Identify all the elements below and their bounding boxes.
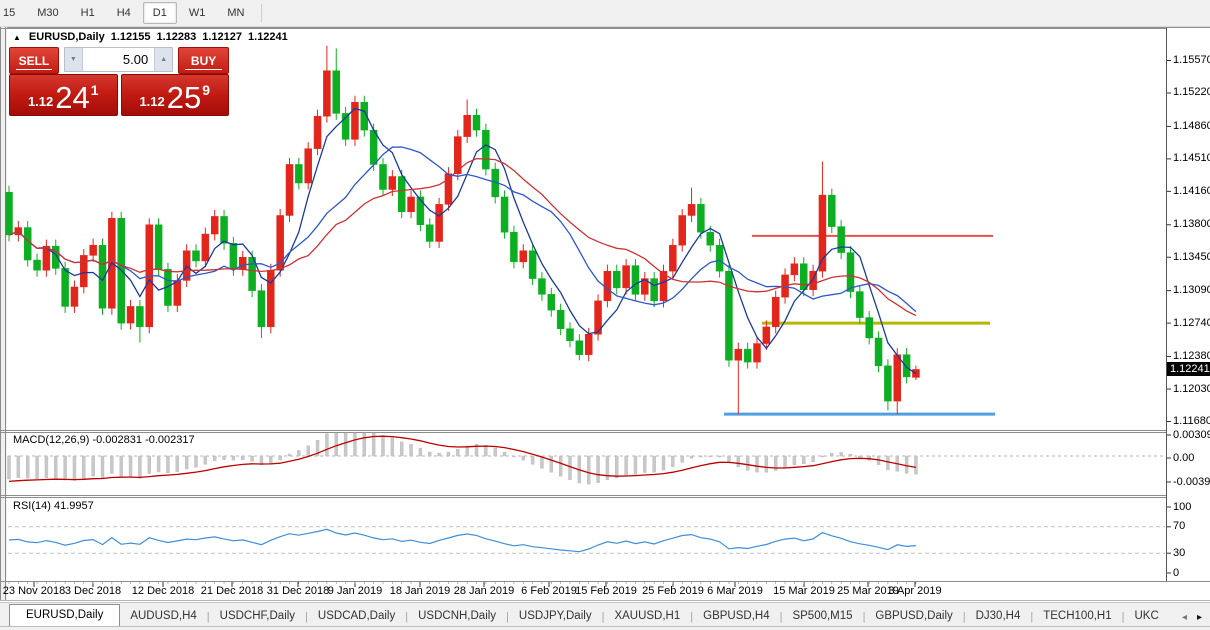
macd-tick-label: 0.00: [1173, 452, 1194, 464]
chart-tab-bar: EURUSD,DailyAUDUSD,H4|USDCHF,Daily|USDCA…: [0, 602, 1210, 627]
price-tick-label: 1.13800: [1173, 218, 1210, 230]
date-tick-label: 18 Jan 2019: [390, 585, 451, 597]
rsi-tick-label: 30: [1173, 547, 1185, 559]
date-tick-label: 21 Dec 2018: [201, 585, 263, 597]
price-tick-label: 1.13090: [1173, 284, 1210, 296]
chart-tab-gbpusd-h4[interactable]: GBPUSD,H4: [693, 606, 779, 627]
date-tick-label: 31 Dec 2018: [267, 585, 329, 597]
rsi-indicator-label: RSI(14) 41.9957: [13, 500, 94, 512]
volume-spinner: ▼ 5.00 ▲: [64, 47, 173, 72]
chart-tab-xauusd-h1[interactable]: XAUUSD,H1: [604, 606, 690, 627]
sell-price-prefix: 1.12: [28, 94, 53, 109]
chart-tab-tech100-h1[interactable]: TECH100,H1: [1033, 606, 1121, 627]
price-tick-label: 1.13450: [1173, 251, 1210, 263]
buy-price-display[interactable]: 1.12 25 9: [121, 74, 230, 116]
macd-indicator-label: MACD(12,26,9) -0.002831 -0.002317: [13, 434, 195, 446]
tab-scroll-controls: ◂▸: [1182, 612, 1210, 627]
rsi-tick-label: 100: [1173, 501, 1191, 513]
sell-price-pipette: 1: [91, 82, 99, 98]
rsi-tick-label: 0: [1173, 567, 1179, 579]
collapse-triangle-icon[interactable]: ▲: [13, 33, 21, 42]
chart-tab-ukc[interactable]: UKC: [1124, 606, 1168, 627]
chart-close-value: 1.12241: [248, 31, 288, 43]
tab-scroll-right-icon[interactable]: ▸: [1197, 612, 1202, 623]
chart-tab-usdcad-daily[interactable]: USDCAD,Daily: [308, 606, 405, 627]
date-tick-label: 23 Nov 2018: [3, 585, 65, 597]
price-tick-label: 1.14510: [1173, 152, 1210, 164]
one-click-trading-panel: SELL ▼ 5.00 ▲ BUY 1.12 24 1 1.12 25 9: [9, 47, 229, 116]
price-tick-label: 1.15220: [1173, 86, 1210, 98]
date-tick-label: 15 Mar 2019: [773, 585, 835, 597]
buy-price-pips: 25: [167, 83, 201, 112]
chart-tab-sp500-m15[interactable]: SP500,M15: [782, 606, 862, 627]
buy-price-pipette: 9: [202, 82, 210, 98]
chart-tab-usdcnh-daily[interactable]: USDCNH,Daily: [408, 606, 506, 627]
date-tick-label: 6 Feb 2019: [521, 585, 577, 597]
chart-tab-dj30-h4[interactable]: DJ30,H4: [966, 606, 1031, 627]
price-tick-label: 1.15570: [1173, 54, 1210, 66]
sell-price-pips: 24: [55, 83, 89, 112]
date-tick-label: 28 Jan 2019: [454, 585, 515, 597]
buy-button[interactable]: BUY: [178, 47, 229, 74]
macd-tick-label: -0.003947: [1173, 476, 1210, 488]
chart-tab-usdjpy-daily[interactable]: USDJPY,Daily: [509, 606, 602, 627]
price-tick-label: 1.12030: [1173, 383, 1210, 395]
sell-price-display[interactable]: 1.12 24 1: [9, 74, 118, 116]
price-tick-label: 1.14860: [1173, 120, 1210, 132]
chart-tab-usdchf-daily[interactable]: USDCHF,Daily: [210, 606, 305, 627]
axis-tabbar-divider: [0, 600, 1210, 601]
volume-decrease-button[interactable]: ▼: [65, 48, 82, 71]
date-tick-label: 3 Dec 2018: [65, 585, 121, 597]
chart-low-value: 1.12127: [202, 31, 242, 43]
date-tick-label: 6 Mar 2019: [707, 585, 763, 597]
volume-input[interactable]: 5.00: [82, 48, 155, 71]
chart-tab-gbpusd-daily[interactable]: GBPUSD,Daily: [865, 606, 962, 627]
price-tick-label: 1.11680: [1173, 415, 1210, 427]
price-tick-label: 1.12740: [1173, 317, 1210, 329]
tab-scroll-left-icon[interactable]: ◂: [1182, 612, 1187, 623]
buy-button-label: BUY: [191, 54, 216, 68]
date-tick-label: 9 Jan 2019: [328, 585, 382, 597]
rsi-tick-label: 70: [1173, 520, 1185, 532]
volume-increase-button[interactable]: ▲: [155, 48, 172, 71]
chart-ohlc-header: ▲ EURUSD,Daily 1.12155 1.12283 1.12127 1…: [13, 31, 288, 43]
price-tick-label: 1.12380: [1173, 350, 1210, 362]
macd-tick-label: 0.003095: [1173, 429, 1210, 441]
current-price-label: 1.12241: [1167, 362, 1210, 376]
chart-tab-audusd-h4[interactable]: AUDUSD,H4: [120, 606, 206, 627]
sell-button-label: SELL: [19, 54, 50, 68]
date-tick-label: 12 Dec 2018: [132, 585, 194, 597]
price-tick-label: 1.14160: [1173, 185, 1210, 197]
date-tick-label: 3 Apr 2019: [888, 585, 941, 597]
buy-price-prefix: 1.12: [139, 94, 164, 109]
chart-open-value: 1.12155: [111, 31, 151, 43]
chart-high-value: 1.12283: [156, 31, 196, 43]
window-bottom-edge: [0, 626, 1210, 630]
chart-symbol-label: EURUSD,Daily: [29, 31, 105, 43]
chart-tab-eurusd-daily[interactable]: EURUSD,Daily: [9, 604, 120, 627]
date-tick-label: 25 Feb 2019: [642, 585, 704, 597]
sell-button[interactable]: SELL: [9, 47, 59, 74]
date-tick-label: 15 Feb 2019: [575, 585, 637, 597]
